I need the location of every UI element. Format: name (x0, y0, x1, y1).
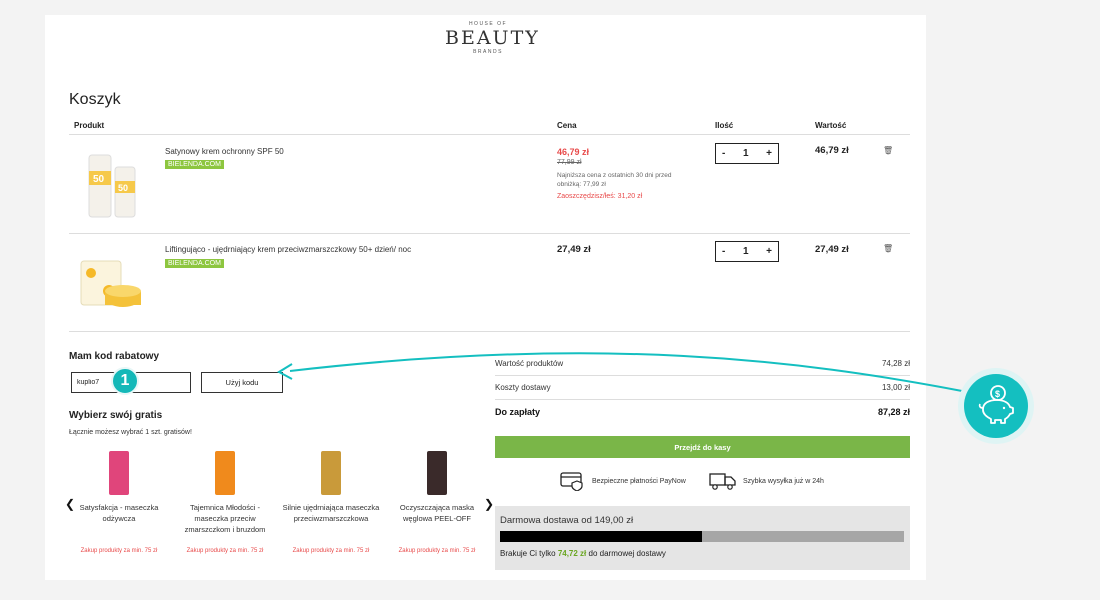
piggy-bank-badge: $ (958, 368, 1034, 444)
callout-arrow (276, 352, 963, 392)
svg-text:$: $ (995, 389, 1000, 399)
piggy-bank-icon: $ (978, 385, 1014, 424)
